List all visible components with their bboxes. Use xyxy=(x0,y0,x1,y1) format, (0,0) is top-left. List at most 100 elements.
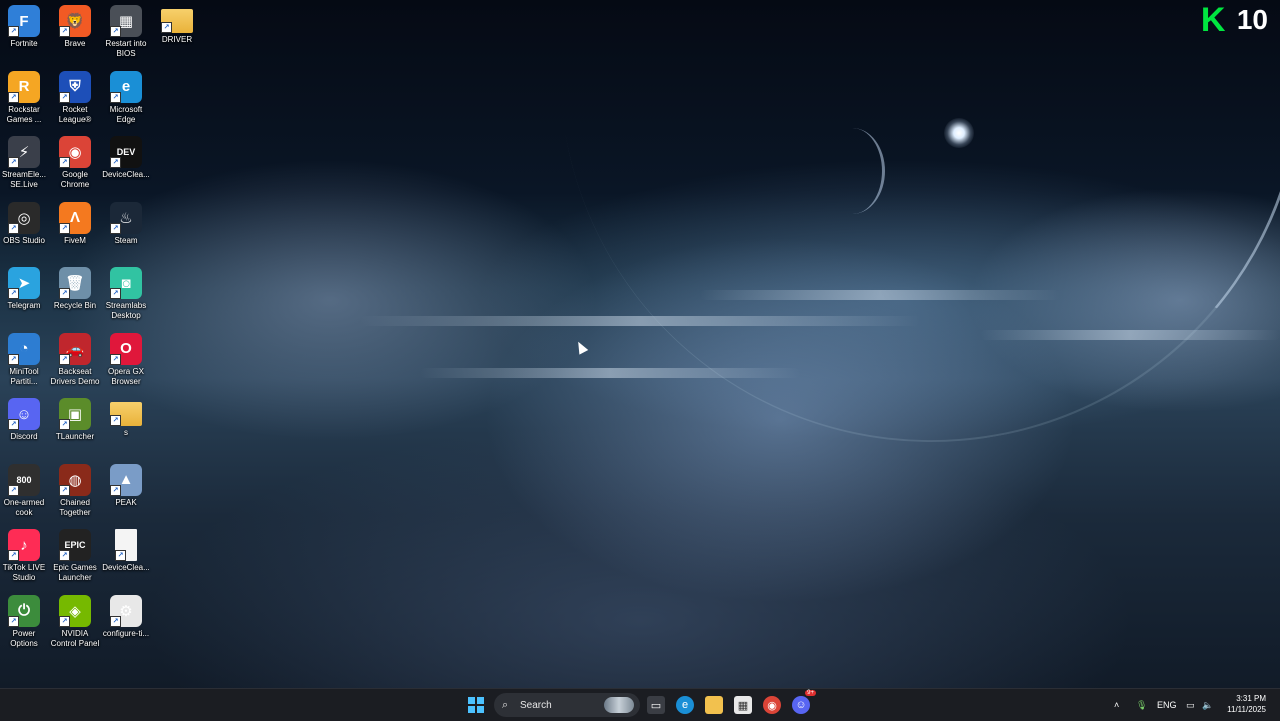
tlauncher-icon: ▣ ↗ xyxy=(59,398,91,430)
taskbar-file-explorer[interactable] xyxy=(705,696,723,714)
desktop-icon[interactable]: ⏻ ↗ Power Options xyxy=(0,594,49,649)
shortcut-arrow-icon: ↗ xyxy=(59,615,70,627)
desktop-icon-label: Epic Games Launcher xyxy=(53,563,97,582)
taskbar-edge[interactable]: e xyxy=(676,696,694,714)
shortcut-arrow-icon: ↗ xyxy=(8,353,19,365)
desktop-icon[interactable]: 🦁 ↗ Brave xyxy=(50,5,100,49)
windows-logo-icon xyxy=(468,697,484,713)
network-icon: ▭ xyxy=(1186,699,1195,710)
peak-icon: ▲ ↗ xyxy=(110,463,142,496)
desktop-icon[interactable]: 🗑 ↗ Recycle Bin xyxy=(50,267,100,311)
shortcut-arrow-icon: ↗ xyxy=(110,26,121,37)
volume-button[interactable]: 🔈 xyxy=(1202,689,1214,721)
desktop-icon[interactable]: ↗ s xyxy=(101,398,151,438)
taskbar-search[interactable]: ⌕ Search xyxy=(494,693,640,717)
desktop-icon[interactable]: 🚗 ↗ Backseat Drivers Demo xyxy=(50,332,100,387)
tiktok-icon: ♪ ↗ xyxy=(8,529,40,561)
minitool-icon: ◔ ↗ xyxy=(8,332,40,365)
desktop-icon-label: Opera GX Browser xyxy=(107,366,144,386)
desktop-icon[interactable]: ◈ ↗ NVIDIA Control Panel xyxy=(50,594,100,649)
channel-badge: K 10 xyxy=(1200,1,1268,39)
desktop-icon[interactable]: ◎ ↗ OBS Studio xyxy=(0,201,49,246)
desktop-icon-label: TLauncher xyxy=(55,432,95,441)
microphone-button[interactable]: 🎙 xyxy=(1136,689,1148,721)
cloud-layer xyxy=(700,290,1060,300)
desktop-icon[interactable]: ⛨ ↗ Rocket League® xyxy=(50,70,100,125)
desktop-icon[interactable]: ◙ ↗ Streamlabs Desktop xyxy=(101,267,151,321)
clock[interactable]: 3:31 PM 11/11/2025 xyxy=(1227,693,1266,715)
power-icon: ⏻ ↗ xyxy=(8,594,40,627)
desktop-icon-label: Microsoft Edge xyxy=(109,104,143,124)
task-view-icon: ▭ xyxy=(650,699,662,712)
telegram-icon: ➤ ↗ xyxy=(8,267,40,299)
shortcut-arrow-icon: ↗ xyxy=(59,91,70,103)
taskbar-discord[interactable]: ☺ 9+ xyxy=(792,690,816,714)
desktop-icon[interactable]: ➤ ↗ Telegram xyxy=(0,267,49,311)
language-indicator[interactable]: ENG xyxy=(1157,689,1179,721)
desktop-icon[interactable]: O ↗ Opera GX Browser xyxy=(101,332,151,387)
recycle-bin-icon: 🗑 ↗ xyxy=(59,267,91,299)
shortcut-arrow-icon: ↗ xyxy=(8,288,19,299)
show-hidden-icons[interactable]: ˄ xyxy=(1114,689,1128,721)
shortcut-arrow-icon: ↗ xyxy=(59,419,70,430)
desktop-icon[interactable]: DEV ↗ DeviceClea... xyxy=(101,136,151,180)
chrome-icon: ◉ ↗ xyxy=(59,136,91,168)
obs-icon: ◎ ↗ xyxy=(8,201,40,234)
desktop-icon[interactable]: ▲ ↗ PEAK xyxy=(101,463,151,508)
taskbar-store[interactable]: ▦ xyxy=(734,696,752,714)
volume-icon: 🔈 xyxy=(1202,699,1214,710)
taskbar: ⌕ Search ▭ e ▦ ◉ ☺ 9+ ˄ 🎙 ENG ▭ 🔈 3:31 P… xyxy=(0,688,1280,721)
desktop-icon-label: s xyxy=(124,428,128,437)
shortcut-arrow-icon: ↗ xyxy=(59,222,70,234)
moon-arc xyxy=(820,128,885,214)
cloud-layer xyxy=(420,368,800,378)
desktop-icon[interactable]: ↗ DeviceClea... xyxy=(101,529,151,573)
shortcut-arrow-icon: ↗ xyxy=(8,157,19,168)
desktop-icon-label: Telegram xyxy=(7,301,41,310)
cloud-layer xyxy=(360,316,920,326)
desktop-icon[interactable]: ⚡ ↗ StreamEle... SE.Live xyxy=(0,136,49,190)
shortcut-arrow-icon: ↗ xyxy=(110,615,121,627)
desktop-icon[interactable]: e ↗ Microsoft Edge xyxy=(101,70,151,125)
glowing-star xyxy=(944,118,974,148)
network-button[interactable]: ▭ xyxy=(1186,689,1198,721)
desktop-icon[interactable]: ⚙ ↗ configure-ti... xyxy=(101,594,151,639)
desktop-icon[interactable]: ◉ ↗ Google Chrome xyxy=(50,136,100,190)
k-logo: K xyxy=(1200,1,1226,39)
discord-icon: ☺ xyxy=(795,699,807,711)
desktop-icon-label: Google Chrome xyxy=(60,170,90,189)
desktop-icon[interactable]: 800 ↗ One-armed cook xyxy=(0,463,49,518)
desktop-icon[interactable]: ◍ ↗ Chained Together xyxy=(50,463,100,518)
desktop-icon[interactable]: ♪ ↗ TikTok LIVE Studio xyxy=(0,529,49,583)
shortcut-arrow-icon: ↗ xyxy=(8,419,19,430)
desktop-icon[interactable]: F ↗ Fortnite xyxy=(0,5,49,49)
start-button[interactable] xyxy=(467,696,485,714)
task-view-button[interactable]: ▭ xyxy=(647,696,665,714)
badge-number: 10 xyxy=(1236,4,1268,35)
desktop-icon[interactable]: R ↗ Rockstar Games ... xyxy=(0,70,49,125)
desktop-icon[interactable]: EPIC ↗ Epic Games Launcher xyxy=(50,529,100,583)
desktop-icon-label: OBS Studio xyxy=(3,235,45,245)
taskbar-chrome[interactable]: ◉ xyxy=(763,696,781,714)
desktop-icon-label: Discord xyxy=(10,432,38,441)
desktop-icon[interactable]: Λ ↗ FiveM xyxy=(50,201,100,246)
shortcut-arrow-icon: ↗ xyxy=(110,415,121,426)
desktop-icon-label: NVIDIA Control Panel xyxy=(50,628,100,648)
desktop-icon-label: PEAK xyxy=(115,497,137,507)
desktop-icon[interactable]: ▣ ↗ TLauncher xyxy=(50,398,100,442)
shortcut-arrow-icon: ↗ xyxy=(59,157,70,168)
shortcut-arrow-icon: ↗ xyxy=(59,288,70,299)
chevron-up-icon: ˄ xyxy=(1114,700,1120,710)
chained-together-icon: ◍ ↗ xyxy=(59,463,91,496)
car-icon: 🚗 ↗ xyxy=(59,332,91,365)
shortcut-arrow-icon: ↗ xyxy=(59,26,70,37)
shortcut-arrow-icon: ↗ xyxy=(110,288,121,299)
store-icon: ▦ xyxy=(737,699,749,712)
desktop-icon[interactable]: ☺ ↗ Discord xyxy=(0,398,49,442)
devicecleanup-icon: DEV ↗ xyxy=(110,136,142,168)
epic-games-icon: EPIC ↗ xyxy=(59,529,91,561)
desktop-icon[interactable]: ▦ ↗ Restart into BIOS xyxy=(101,5,151,59)
desktop-icon[interactable]: ♨ ↗ Steam xyxy=(101,201,151,246)
desktop-icon[interactable]: ↗ DRIVER xyxy=(152,5,202,45)
desktop-icon[interactable]: ◔ ↗ MiniTool Partiti... xyxy=(0,332,49,387)
